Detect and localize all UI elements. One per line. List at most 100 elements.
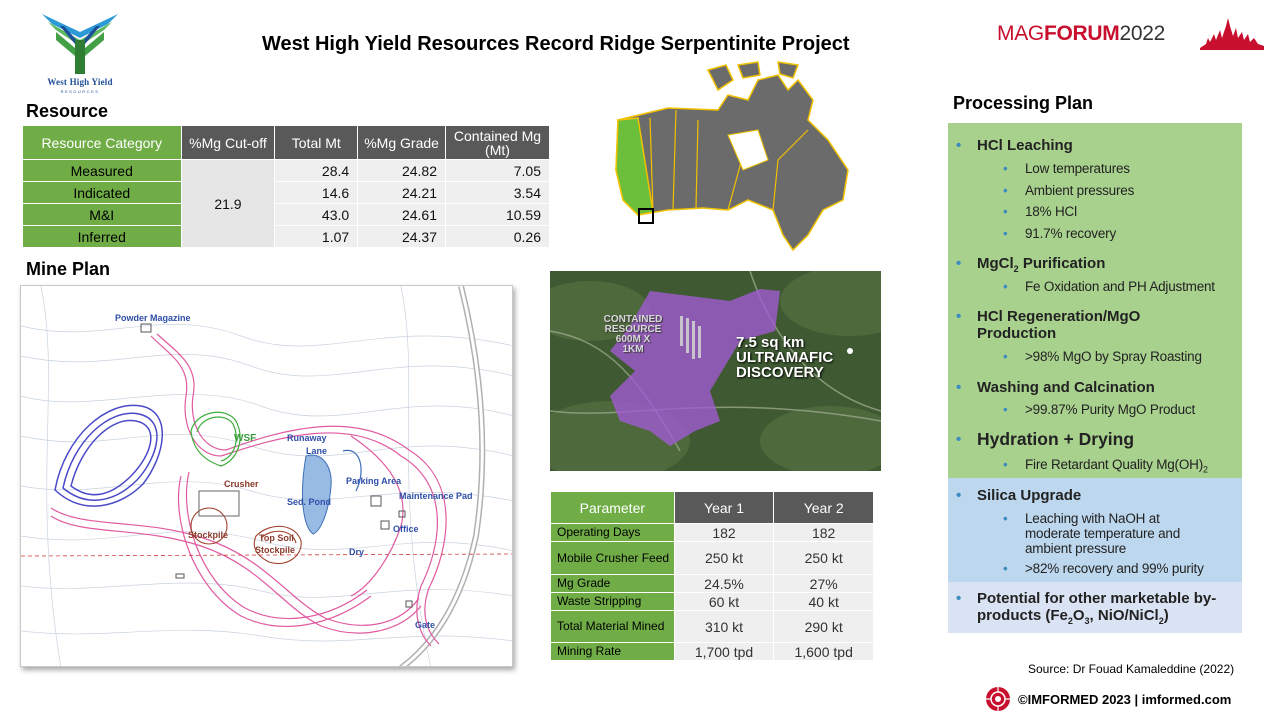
processing-plan-heading: Processing Plan xyxy=(953,93,1094,113)
company-logo: West High Yield RESOURCES xyxy=(30,10,130,96)
hydration-drying-heading: Hydration + Drying xyxy=(956,430,1134,448)
year-1-value: 60 kt xyxy=(673,592,775,611)
total-mt-cell: 43.0 xyxy=(274,203,359,226)
parameter-name: Total Material Mined xyxy=(550,610,675,643)
hydration-item-main: Fire Retardant Quality Mg(OH) xyxy=(1025,457,1203,472)
washing-calcination-heading: Washing and Calcination xyxy=(956,379,1155,396)
row-category: Indicated xyxy=(22,181,182,204)
col-resource-category: Resource Category xyxy=(22,125,182,160)
contained-cell: 10.59 xyxy=(445,203,550,226)
year-2-value: 1,600 tpd xyxy=(773,642,874,661)
label-runaway: Runaway xyxy=(287,433,327,443)
silica-item-line-2: moderate temperature and xyxy=(1025,526,1181,541)
col-parameter: Parameter xyxy=(550,491,675,524)
regen-item: >98% MgO by Spray Roasting xyxy=(1003,349,1202,364)
year-2-value: 27% xyxy=(773,574,874,593)
year-1-value: 310 kt xyxy=(673,610,775,643)
col-total-mt: Total Mt xyxy=(274,125,359,160)
mgcl-rest: Purification xyxy=(1018,255,1106,272)
discovery-label: 7.5 sq km ULTRAMAFIC DISCOVERY xyxy=(736,335,833,380)
col-year-1: Year 1 xyxy=(673,491,775,524)
page-title: West High Yield Resources Record Ridge S… xyxy=(262,33,850,55)
canada-map-drawing xyxy=(615,61,849,252)
logo-subtext: RESOURCES xyxy=(60,89,100,94)
table-row: Inferred 1.07 24.37 0.26 xyxy=(22,225,550,248)
source-note: Source: Dr Fouad Kamaleddine (2022) xyxy=(1028,662,1235,676)
parameter-name: Mobile Crusher Feed xyxy=(550,541,675,575)
discovery-line-3: DISCOVERY xyxy=(736,364,824,381)
hcl-regeneration-heading: HCl Regeneration/MgO Production xyxy=(956,308,1141,342)
total-mt-cell: 14.6 xyxy=(274,181,359,204)
parameter-table: Parameter Year 1 Year 2 Operating Days 1… xyxy=(550,491,874,661)
label-sed-pond: Sed. Pond xyxy=(287,497,332,507)
label-wsf: WSF xyxy=(234,433,257,444)
silica-item-line-3: ambient pressure xyxy=(1025,541,1127,556)
total-mt-cell: 1.07 xyxy=(274,225,359,248)
skyline-icon xyxy=(1200,18,1264,50)
contained-cell: 3.54 xyxy=(445,181,550,204)
magforum-year: 2022 xyxy=(1119,22,1165,45)
processing-plan-panel: HCl Leaching Low temperatures Ambient pr… xyxy=(948,123,1242,633)
hydration-item-subscript: 2 xyxy=(1203,464,1208,475)
col-year-2: Year 2 xyxy=(773,491,874,524)
magforum-mag: MAG xyxy=(997,22,1044,45)
total-mt-cell: 28.4 xyxy=(274,159,359,182)
year-2-value: 40 kt xyxy=(773,592,874,611)
hcl-item: Low temperatures xyxy=(1003,161,1130,176)
table-row: M&I 43.0 24.61 10.59 xyxy=(22,203,550,226)
table-row: Total Material Mined 310 kt 290 kt xyxy=(550,610,874,643)
row-category: M&I xyxy=(22,203,182,226)
hcl-item: Ambient pressures xyxy=(1003,183,1134,198)
table-row: Indicated 14.6 24.21 3.54 xyxy=(22,181,550,204)
by-products-heading: Potential for other marketable by- produ… xyxy=(956,590,1217,630)
mgcl-purification-heading: MgCl2 Purification xyxy=(956,255,1106,278)
col-grade: %Mg Grade xyxy=(357,125,446,160)
label-lane: Lane xyxy=(306,446,328,456)
washing-item: >99.87% Purity MgO Product xyxy=(1003,402,1195,417)
parameter-name: Operating Days xyxy=(550,523,675,542)
silica-item: Leaching with NaOH at moderate temperatu… xyxy=(1003,511,1181,556)
regen-line-2: Production xyxy=(977,325,1057,342)
table-row: Measured 21.9 28.4 24.82 7.05 xyxy=(22,159,550,248)
potential-part: , NiO/NiCl xyxy=(1089,607,1159,624)
table-row: Operating Days 182 182 xyxy=(550,523,874,542)
hydration-item: Fire Retardant Quality Mg(OH)2 xyxy=(1003,457,1208,478)
label-top-soil-stockpile: Stockpile xyxy=(255,545,296,555)
potential-part: ) xyxy=(1163,607,1169,624)
magforum-forum: FORUM xyxy=(1043,22,1120,45)
grade-cell: 24.61 xyxy=(357,203,446,226)
potential-line-1: Potential for other marketable by- xyxy=(977,590,1217,607)
row-category: Inferred xyxy=(22,225,182,248)
hcl-item: 18% HCl xyxy=(1003,204,1077,219)
mine-plan-heading: Mine Plan xyxy=(26,259,111,279)
label-office: Office xyxy=(393,524,419,534)
year-2-value: 250 kt xyxy=(773,541,874,575)
magforum-wordmark: MAGFORUM2022 xyxy=(997,22,1165,46)
label-parking-area: Parking Area xyxy=(346,476,402,486)
silica-upgrade-heading: Silica Upgrade xyxy=(956,487,1081,504)
mine-plan-map: Powder Magazine WSF Runaway Lane Crusher… xyxy=(20,285,513,667)
hcl-item: 91.7% recovery xyxy=(1003,226,1116,241)
regen-line-1: HCl Regeneration/MgO xyxy=(977,308,1141,325)
logo-emblem xyxy=(42,14,118,74)
year-1-value: 24.5% xyxy=(673,574,775,593)
parameter-name: Mg Grade xyxy=(550,574,675,593)
parameter-name: Mining Rate xyxy=(550,642,675,661)
label-maintenance-pad: Maintenance Pad xyxy=(399,491,473,501)
satellite-image: CONTAINED RESOURCE 600M X 1KM 7.5 sq km … xyxy=(550,271,881,471)
label-powder-magazine: Powder Magazine xyxy=(115,313,191,323)
grade-cell: 24.37 xyxy=(357,225,446,248)
discovery-line-2: ULTRAMAFIC xyxy=(736,349,834,366)
parameter-name: Waste Stripping xyxy=(550,592,675,611)
grade-cell: 24.21 xyxy=(357,181,446,204)
table-row: Mg Grade 24.5% 27% xyxy=(550,574,874,593)
canada-map xyxy=(608,60,858,256)
potential-part: O xyxy=(1072,607,1085,624)
resource-header-row: Resource Category %Mg Cut-off Total Mt %… xyxy=(22,125,550,160)
parameter-header-row: Parameter Year 1 Year 2 xyxy=(550,491,874,524)
year-1-value: 250 kt xyxy=(673,541,775,575)
mine-plan-drawing xyxy=(21,286,512,666)
potential-line-2: products (Fe2O3, NiO/NiCl2) xyxy=(977,607,1216,630)
table-row: Waste Stripping 60 kt 40 kt xyxy=(550,592,874,611)
resource-table: Resource Category %Mg Cut-off Total Mt %… xyxy=(22,125,550,248)
